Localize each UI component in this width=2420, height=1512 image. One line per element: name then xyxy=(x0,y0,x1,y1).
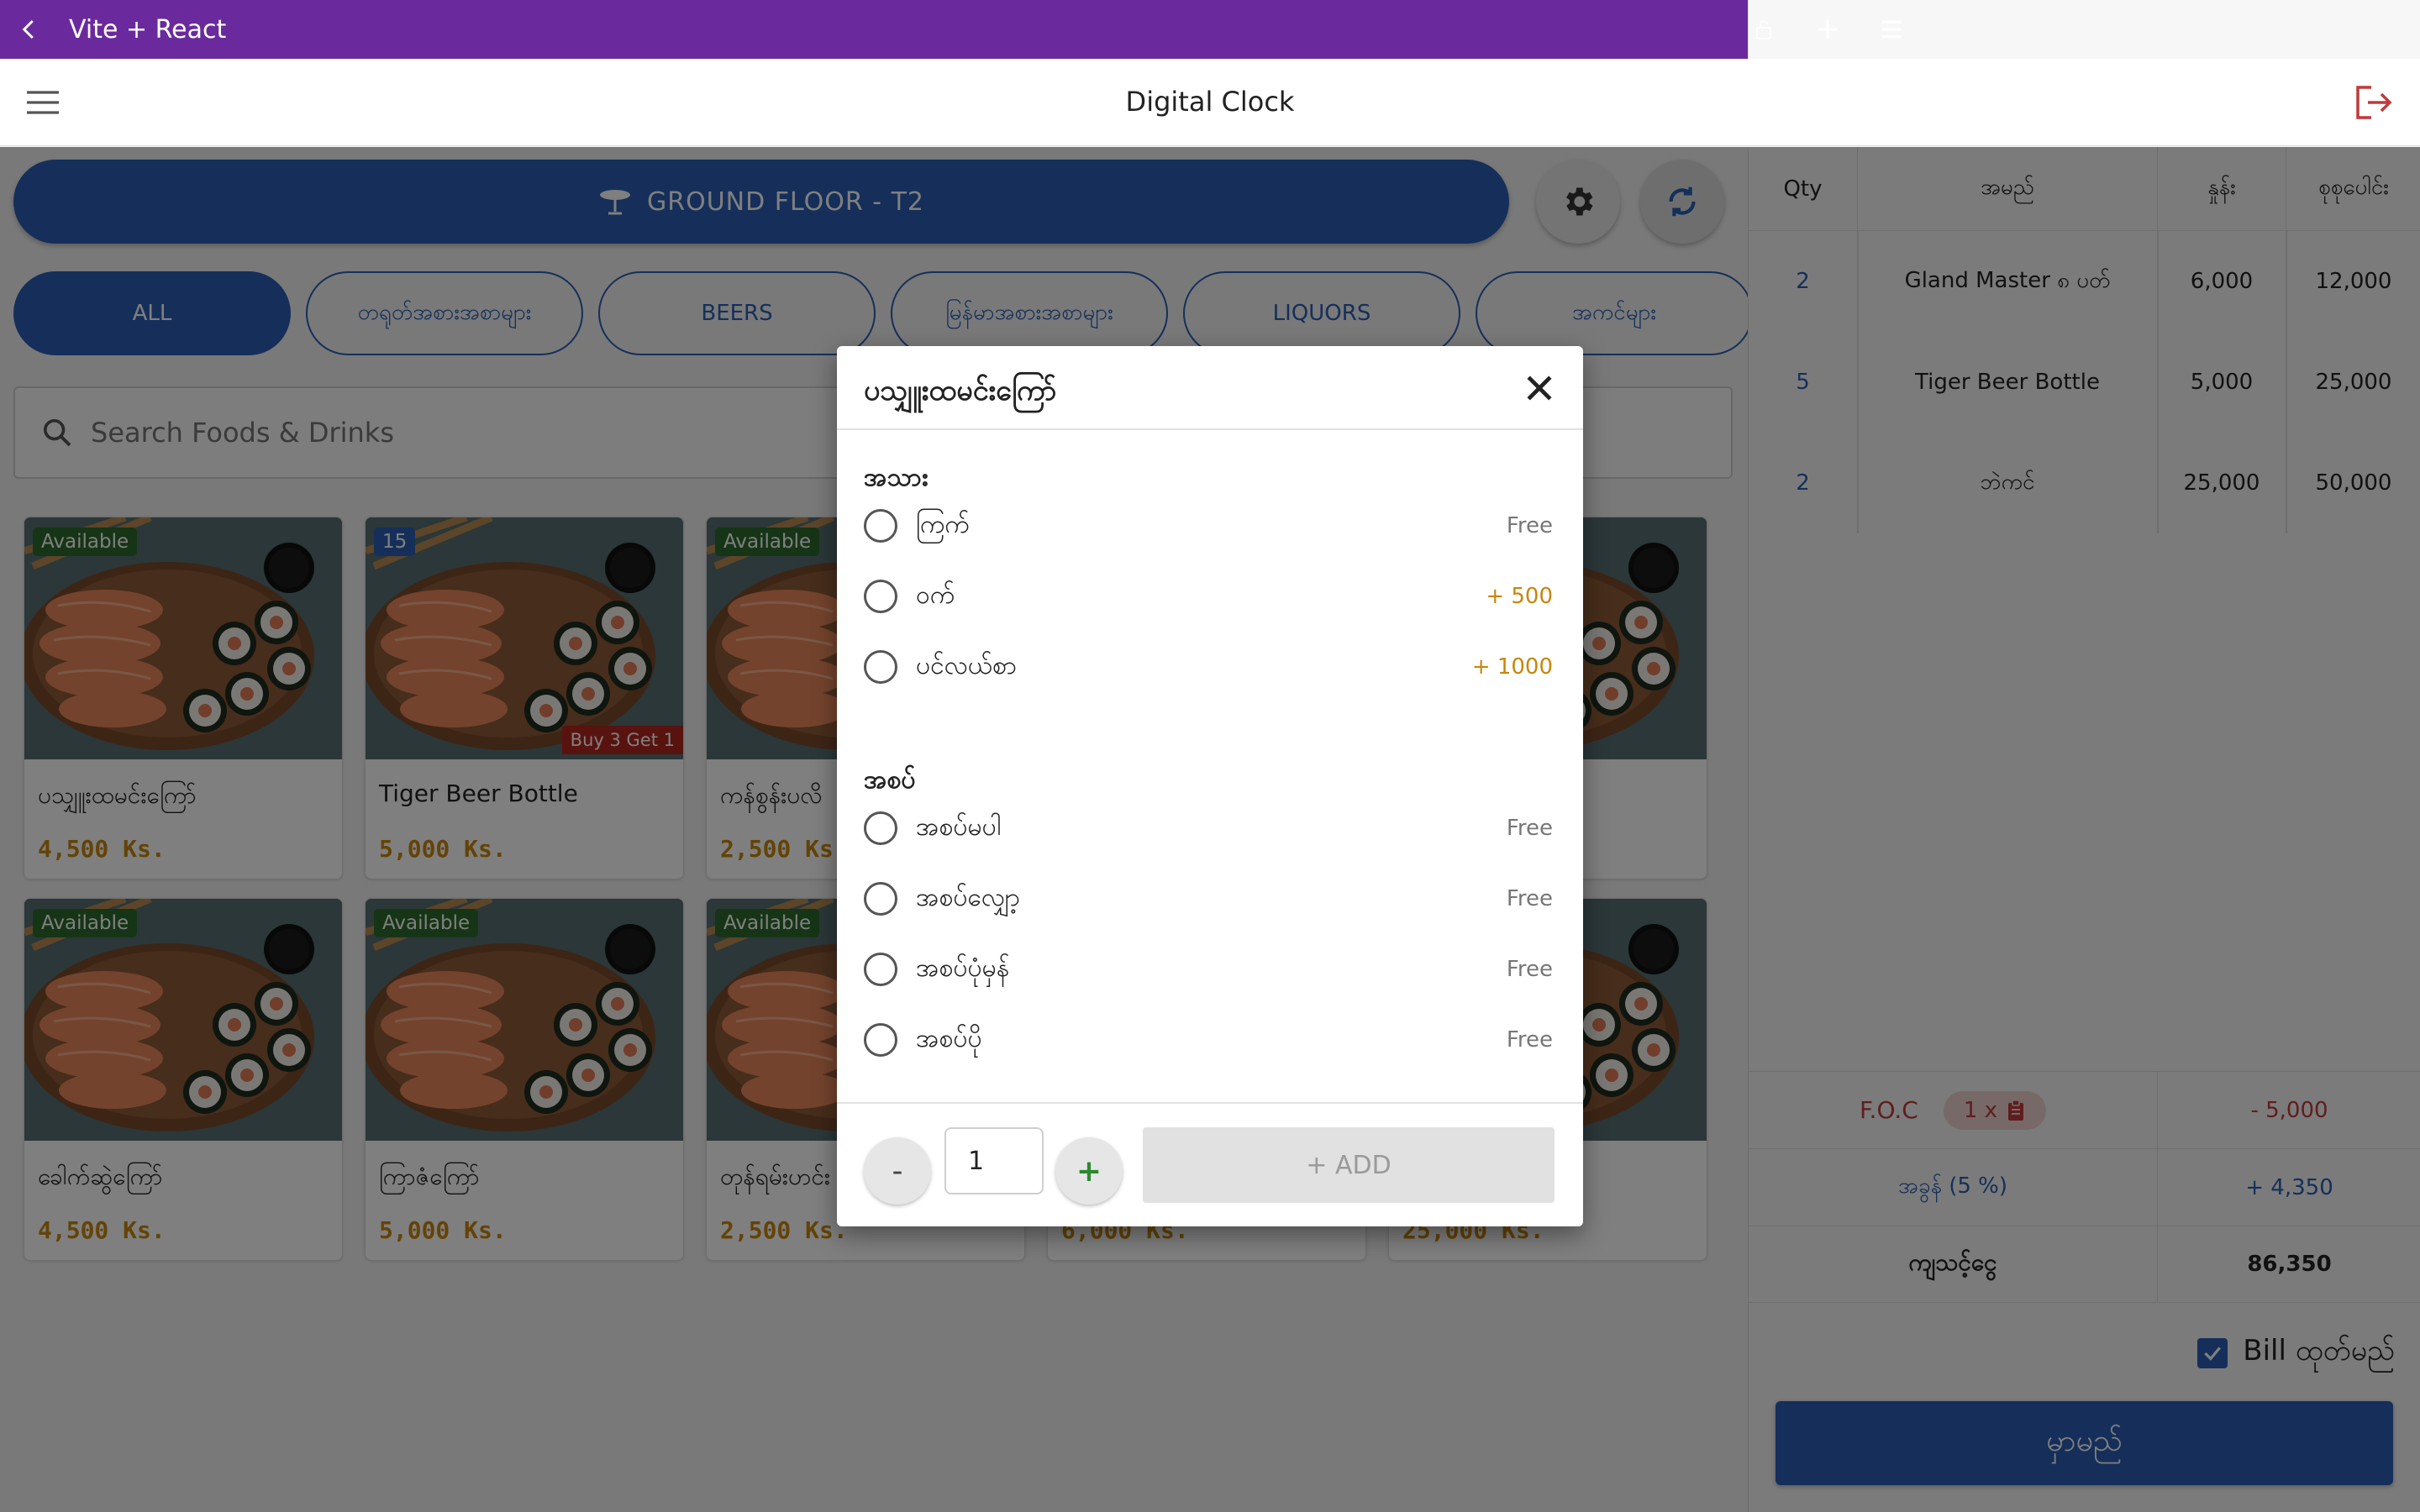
radio-button[interactable] xyxy=(864,882,897,916)
option-label: အစပ်ပုံမှန် xyxy=(916,953,1010,983)
option-price: Free xyxy=(1506,816,1553,841)
hamburger-icon[interactable] xyxy=(25,87,62,118)
quantity-input[interactable] xyxy=(944,1127,1044,1194)
option-price: Free xyxy=(1506,957,1553,982)
option-normal-spice[interactable]: အစပ်ပုံမှန် Free xyxy=(864,944,1553,995)
option-price: + 500 xyxy=(1486,584,1553,609)
app-title: Vite + React xyxy=(69,14,227,45)
option-extra-spice[interactable]: အစပ်ပို Free xyxy=(864,1015,1553,1065)
option-label: အစပ်ပို xyxy=(916,1023,982,1053)
option-seafood[interactable]: ပင်လယ်စာ + 1000 xyxy=(864,642,1553,692)
back-icon[interactable] xyxy=(0,0,59,59)
option-no-spice[interactable]: အစပ်မပါ Free xyxy=(864,803,1553,853)
radio-button[interactable] xyxy=(864,580,897,613)
dialog-footer: - + + ADD xyxy=(837,1102,1583,1226)
radio-button[interactable] xyxy=(864,811,897,845)
radio-button[interactable] xyxy=(864,650,897,684)
option-chicken[interactable]: ကြက် Free xyxy=(864,501,1553,551)
option-label: အစပ်လျှော့ xyxy=(916,882,1021,912)
close-icon[interactable] xyxy=(1521,370,1558,407)
option-price: Free xyxy=(1506,513,1553,538)
option-label: အစပ်မပါ xyxy=(916,811,1001,842)
option-label: ပင်လယ်စာ xyxy=(916,650,1018,680)
option-label: ဝက် xyxy=(916,580,955,610)
decrease-quantity-button[interactable]: - xyxy=(864,1137,931,1205)
option-price: Free xyxy=(1506,886,1553,911)
group-title-meat: အသား xyxy=(864,463,929,492)
option-pork[interactable]: ဝက် + 500 xyxy=(864,571,1553,622)
page-title: Digital Clock xyxy=(1125,86,1295,118)
menu-icon[interactable] xyxy=(1876,14,1907,45)
option-price: Free xyxy=(1506,1027,1553,1053)
radio-button[interactable] xyxy=(864,509,897,543)
add-to-order-button[interactable]: + ADD xyxy=(1143,1127,1555,1203)
option-less-spice[interactable]: အစပ်လျှော့ Free xyxy=(864,874,1553,924)
option-label: ကြက် xyxy=(916,509,970,539)
logout-icon[interactable] xyxy=(2353,82,2395,123)
plus-icon[interactable] xyxy=(1812,14,1843,45)
group-title-spice: အစပ် xyxy=(864,765,916,795)
app-bar: Vite + React xyxy=(0,0,2420,59)
dialog-title: ပသျှူးထမင်းကြော် xyxy=(864,374,1057,407)
option-dialog: ပသျှူးထမင်းကြော် အသား ကြက် Free ဝက် + 50… xyxy=(837,346,1583,1226)
page-header: Digital Clock xyxy=(0,59,2420,146)
radio-button[interactable] xyxy=(864,953,897,986)
option-price: + 1000 xyxy=(1471,654,1553,680)
lock-icon[interactable] xyxy=(1749,14,1779,45)
increase-quantity-button[interactable]: + xyxy=(1055,1137,1123,1205)
radio-button[interactable] xyxy=(864,1023,897,1057)
